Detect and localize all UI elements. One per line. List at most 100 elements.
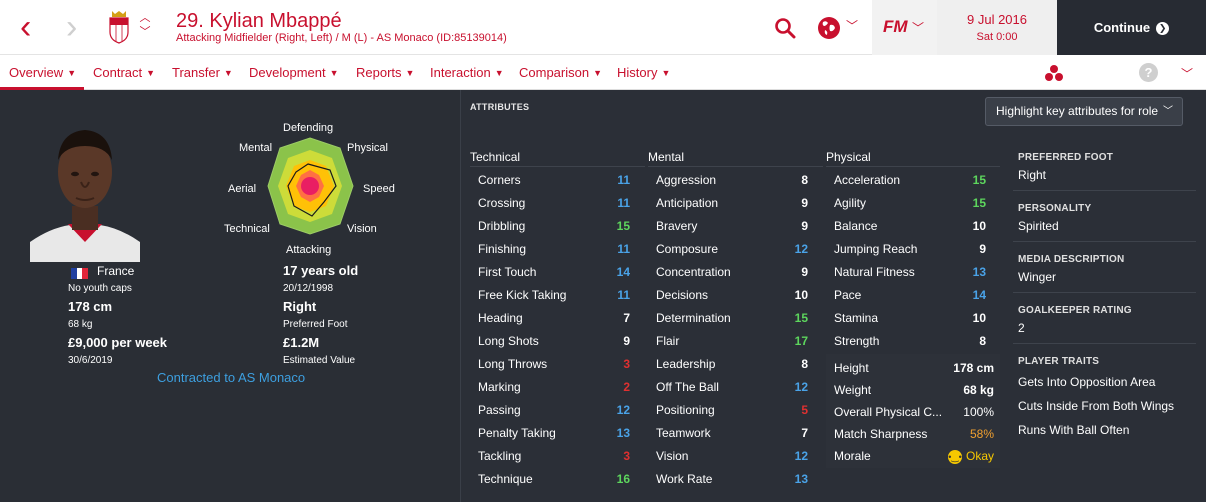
attribute-row[interactable]: Composure 12 [648,238,818,261]
tab-reports[interactable]: Reports ▼ [356,65,414,80]
attribute-row[interactable]: Crossing 11 [470,192,640,215]
attribute-row[interactable]: Aggression 8 [648,169,818,192]
attribute-row[interactable]: Balance 10 [826,215,996,238]
attribute-row[interactable]: Marking 2 [470,376,640,399]
attribute-row[interactable]: Strength 8 [826,330,996,353]
chevron-down-icon[interactable]: ﹀ [1181,65,1193,82]
shortlist-icon[interactable] [1044,64,1064,84]
wage-value: £9,000 per week [68,335,168,350]
attribute-value: 9 [801,196,808,210]
attribute-row[interactable]: Vision 12 [648,445,818,468]
attribute-row[interactable]: Decisions 10 [648,284,818,307]
attributes-heading: ATTRIBUTES [470,102,530,112]
tab-label: Transfer [172,65,220,80]
chevron-down-icon[interactable]: ﹀ [912,19,924,36]
stat-row: Morale •‿• Okay [826,445,1000,467]
attribute-value: 9 [979,242,986,256]
attribute-row[interactable]: Agility 15 [826,192,996,215]
stat-row: Height 178 cm [826,357,1000,379]
stat-row: Weight 68 kg [826,379,1000,401]
nationality[interactable]: France [97,264,134,278]
attribute-row[interactable]: Passing 12 [470,399,640,422]
contract-link[interactable]: Contracted to AS Monaco [157,370,305,385]
attribute-row[interactable]: Corners 11 [470,169,640,192]
mental-divider [648,166,823,167]
chevron-down-icon: ▼ [146,68,156,78]
tab-contract[interactable]: Contract ▼ [93,65,155,80]
attribute-row[interactable]: Pace 14 [826,284,996,307]
attribute-row[interactable]: First Touch 14 [470,261,640,284]
highlight-role-dropdown[interactable]: Highlight key attributes for role ﹀ [985,97,1183,126]
attribute-name: Long Shots [478,334,539,348]
fm-logo[interactable]: FM [883,17,908,37]
attribute-row[interactable]: Penalty Taking 13 [470,422,640,445]
radar-label-mental: Mental [239,142,273,154]
attribute-row[interactable]: Determination 15 [648,307,818,330]
height-value: 178 cm [68,299,113,314]
chevron-down-icon[interactable]: ﹀ [846,17,858,34]
radar-label-vision: Vision [347,223,377,235]
preferred-foot-label: Preferred Foot [283,319,348,330]
goalkeeper-rating-block: GOALKEEPER RATING 2 [1018,305,1196,335]
player-switch-icon[interactable]: ︿ ﹀ [138,11,152,43]
attribute-row[interactable]: Jumping Reach 9 [826,238,996,261]
attribute-name: Determination [656,311,731,325]
globe-icon[interactable] [817,16,841,40]
preferred-foot-block: PREFERRED FOOT Right [1018,152,1196,182]
help-icon[interactable]: ? [1139,63,1158,82]
tab-interaction[interactable]: Interaction ▼ [430,65,504,80]
forward-arrow-icon[interactable]: › [66,10,77,44]
attribute-row[interactable]: Concentration 9 [648,261,818,284]
attribute-row[interactable]: Acceleration 15 [826,169,996,192]
attribute-row[interactable]: Free Kick Taking 11 [470,284,640,307]
physical-divider [826,166,1000,167]
attribute-row[interactable]: Anticipation 9 [648,192,818,215]
tab-transfer[interactable]: Transfer ▼ [172,65,233,80]
attribute-row[interactable]: Heading 7 [470,307,640,330]
tab-bar: Overview ▼ Contract ▼ Transfer ▼ Developmen… [0,55,1206,90]
back-arrow-icon[interactable]: ‹ [20,10,31,44]
tab-label: History [617,65,658,80]
attribute-row[interactable]: Teamwork 7 [648,422,818,445]
radar-label-physical: Physical [347,142,388,154]
attribute-row[interactable]: Stamina 10 [826,307,996,330]
attribute-row[interactable]: Dribbling 15 [470,215,640,238]
attribute-name: Jumping Reach [834,242,918,256]
attribute-row[interactable]: Natural Fitness 13 [826,261,996,284]
tab-overview[interactable]: Overview ▼ [9,65,76,80]
attribute-name: Tackling [478,449,522,463]
attribute-row[interactable]: Work Rate 13 [648,468,818,491]
attribute-row[interactable]: Bravery 9 [648,215,818,238]
attribute-row[interactable]: Tackling 3 [470,445,640,468]
search-icon[interactable] [774,17,796,39]
attribute-row[interactable]: Long Shots 9 [470,330,640,353]
attribute-value: 8 [979,334,986,348]
date-panel[interactable]: 9 Jul 2016 Sat 0:00 [937,0,1057,55]
attribute-name: Stamina [834,311,879,325]
attribute-value: 11 [617,288,630,302]
attribute-value: 9 [623,334,630,348]
stat-name: Morale [834,449,871,463]
continue-button[interactable]: Continue ❯ [1057,0,1206,55]
attribute-name: Bravery [656,219,698,233]
attribute-value: 3 [623,357,630,371]
attribute-value: 13 [794,472,808,486]
attribute-name: Natural Fitness [834,265,915,279]
attribute-row[interactable]: Off The Ball 12 [648,376,818,399]
attribute-row[interactable]: Positioning 5 [648,399,818,422]
technical-divider [470,166,645,167]
tab-history[interactable]: History ▼ [617,65,670,80]
preferred-foot-text: Right [1018,168,1047,182]
attribute-row[interactable]: Finishing 11 [470,238,640,261]
attribute-row[interactable]: Technique 16 [470,468,640,491]
preferred-foot-heading: PREFERRED FOOT [1018,152,1114,163]
club-crest-icon[interactable] [107,10,131,44]
attribute-row[interactable]: Flair 17 [648,330,818,353]
attribute-name: Decisions [656,288,709,302]
tab-comparison[interactable]: Comparison ▼ [519,65,602,80]
estimated-value: £1.2M [283,335,320,350]
attribute-row[interactable]: Leadership 8 [648,353,818,376]
morale-text: Okay [965,449,994,463]
attribute-row[interactable]: Long Throws 3 [470,353,640,376]
tab-development[interactable]: Development ▼ [249,65,339,80]
